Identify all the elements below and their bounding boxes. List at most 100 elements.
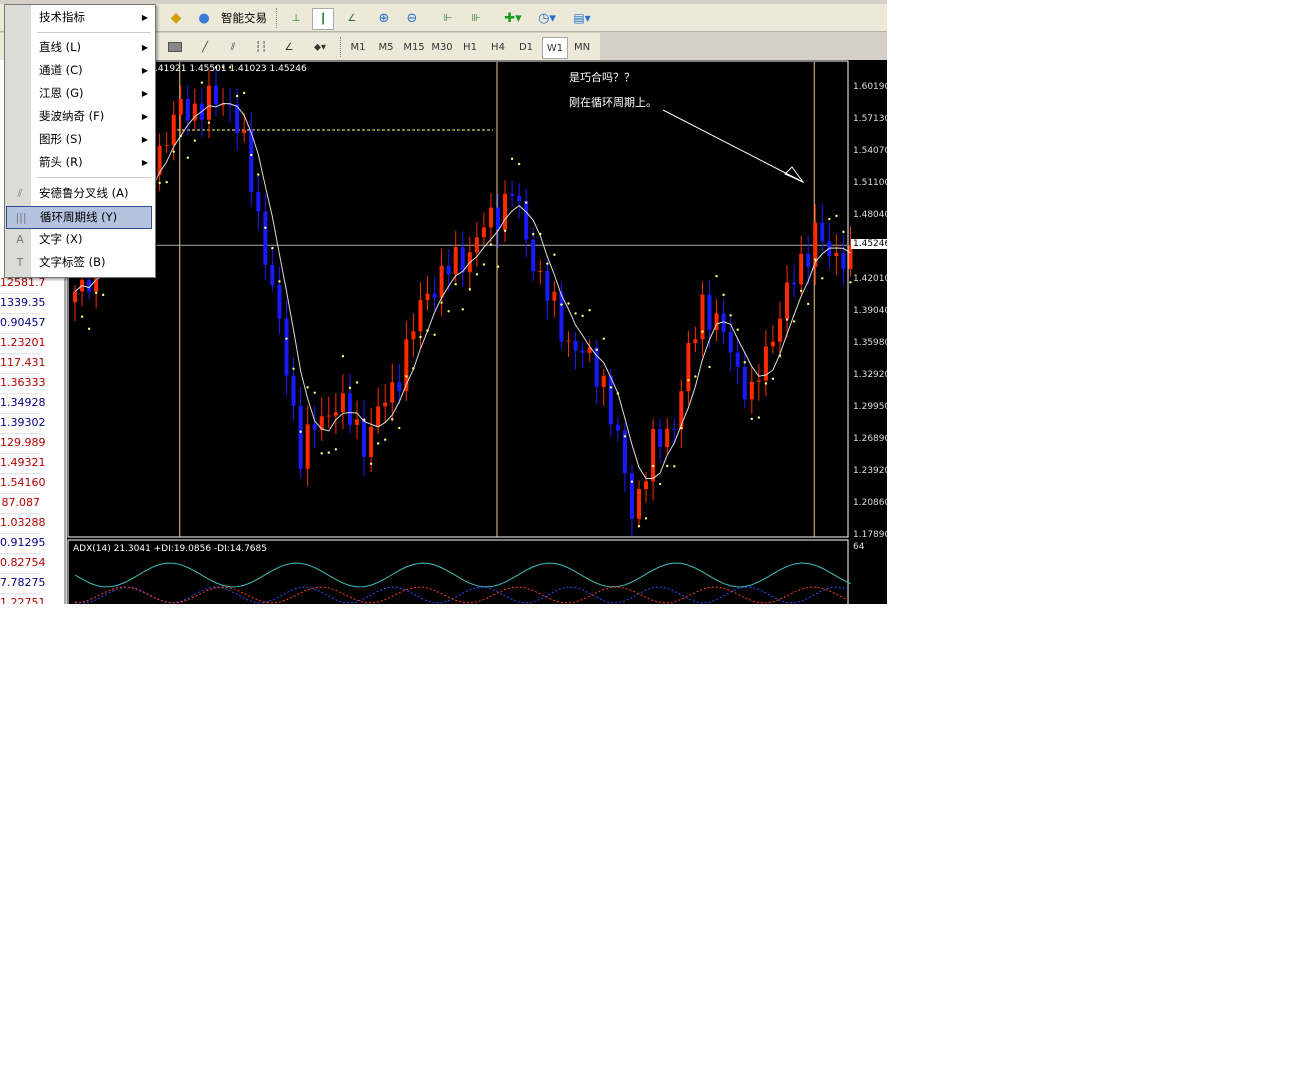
timeframe-w1[interactable]: W1 bbox=[542, 37, 568, 59]
parabolic-sar-dot bbox=[807, 302, 810, 306]
parabolic-sar-dot bbox=[376, 442, 380, 445]
market-watch-price[interactable]: 1.49321 bbox=[0, 453, 46, 474]
market-watch-price[interactable]: 1.34928 bbox=[0, 393, 46, 414]
arrows-dropdown-icon[interactable]: ⬥▾ bbox=[308, 37, 332, 57]
parabolic-sar-dot bbox=[193, 139, 197, 142]
expert-trading-button[interactable]: 智能交易 bbox=[218, 8, 270, 28]
candle-body bbox=[376, 406, 381, 427]
parabolic-sar-dot bbox=[510, 157, 514, 161]
candle-body bbox=[418, 300, 423, 332]
market-watch-price[interactable]: 1.03288 bbox=[0, 513, 46, 534]
candle-body bbox=[749, 381, 754, 400]
price-chart[interactable]: .41921 1.45501 1.41023 1.45246 是巧合吗？？ 刚在… bbox=[67, 60, 887, 604]
candle-body bbox=[573, 340, 578, 351]
annotation-text-2[interactable]: 刚在循环周期上。 bbox=[569, 94, 657, 110]
parabolic-sar-dot bbox=[574, 312, 577, 315]
fibonacci-fan-icon[interactable]: ⫽ bbox=[224, 37, 242, 57]
menu-item-3[interactable]: 江恩 (G) ▶ bbox=[6, 83, 154, 104]
submenu-arrow-icon: ▶ bbox=[141, 135, 148, 144]
menu-item-label: 文字标签 (B) bbox=[39, 255, 106, 269]
market-watch-price[interactable]: 0.91295 bbox=[0, 533, 46, 554]
zoom-in-icon[interactable]: ⊕ bbox=[374, 8, 394, 28]
templates-icon[interactable]: ▤▾ bbox=[568, 8, 596, 28]
market-watch-price[interactable]: 1.22751 bbox=[0, 593, 46, 604]
menu-item-10[interactable]: T 文字标签 (B) bbox=[6, 252, 154, 273]
parabolic-sar-dot bbox=[553, 253, 556, 256]
parabolic-sar-dot bbox=[278, 280, 281, 283]
rectangle-icon[interactable] bbox=[166, 37, 184, 57]
menu-item-7[interactable]: ⫽ 安德鲁分叉线 (A) bbox=[6, 183, 154, 204]
parabolic-sar-dot bbox=[644, 517, 648, 520]
candlestick-chart-icon[interactable]: ┃ bbox=[312, 8, 334, 30]
parabolic-sar-dot bbox=[602, 337, 605, 340]
timeframe-h1[interactable]: H1 bbox=[458, 37, 482, 57]
parabolic-sar-dot bbox=[489, 243, 493, 246]
parabolic-sar-dot bbox=[609, 386, 612, 389]
candle-body bbox=[629, 473, 634, 519]
menu-item-4[interactable]: 斐波纳奇 (F) ▶ bbox=[6, 106, 154, 127]
fibonacci-time-icon[interactable]: ┆┆ bbox=[252, 37, 270, 57]
price-axis-label: 1.29950 bbox=[853, 402, 887, 412]
timeframe-d1[interactable]: D1 bbox=[514, 37, 538, 57]
menu-item-label: 技术指标 bbox=[39, 10, 85, 24]
market-watch-price[interactable]: 87.087 bbox=[0, 493, 40, 514]
market-watch-price[interactable]: 1.36333 bbox=[0, 373, 46, 394]
indicators-icon[interactable]: ✚▾ bbox=[500, 8, 526, 28]
warning-icon[interactable]: ◆ bbox=[166, 8, 186, 28]
market-watch-price[interactable]: 1.39302 bbox=[0, 413, 46, 434]
timeframe-m5[interactable]: M5 bbox=[374, 37, 398, 57]
parabolic-sar-dot bbox=[384, 438, 387, 441]
candle-body bbox=[263, 211, 268, 265]
gann-line-icon[interactable]: ╱ bbox=[196, 37, 214, 57]
timeframe-h4[interactable]: H4 bbox=[486, 37, 510, 57]
menu-item-label: 斐波纳奇 (F) bbox=[39, 109, 105, 123]
chart-frame bbox=[67, 60, 849, 538]
menu-item-0[interactable]: 技术指标 ▶ bbox=[6, 7, 154, 28]
parabolic-sar-dot bbox=[80, 315, 84, 318]
market-watch-price[interactable]: 1.23201 bbox=[0, 333, 46, 354]
parabolic-sar-dot bbox=[412, 367, 415, 370]
timeframe-m1[interactable]: M1 bbox=[346, 37, 370, 57]
menu-item-1[interactable]: 直线 (L) ▶ bbox=[6, 37, 154, 58]
market-watch-price[interactable]: 7.78275 bbox=[0, 573, 46, 594]
menu-item-9[interactable]: A 文字 (X) bbox=[6, 229, 154, 250]
market-watch-price[interactable]: 1339.35 bbox=[0, 293, 46, 314]
menu-item-6[interactable]: 箭头 (R) ▶ bbox=[6, 152, 154, 173]
market-watch-price[interactable]: 117.431 bbox=[0, 353, 46, 374]
menu-item-2[interactable]: 通道 (C) ▶ bbox=[6, 60, 154, 81]
bar-chart-icon[interactable]: ⊥ bbox=[286, 8, 306, 28]
angle-icon[interactable]: ∠ bbox=[280, 37, 298, 57]
zoom-out-icon[interactable]: ⊖ bbox=[402, 8, 422, 28]
annotation-text-1[interactable]: 是巧合吗？？ bbox=[569, 69, 635, 85]
market-watch-price[interactable]: 129.989 bbox=[0, 433, 46, 454]
timeframe-m30[interactable]: M30 bbox=[430, 37, 454, 57]
parabolic-sar-dot bbox=[285, 337, 288, 340]
candle-body bbox=[284, 318, 289, 376]
text-icon: A bbox=[16, 233, 24, 246]
parabolic-sar-dot bbox=[313, 391, 316, 394]
chart-shift-icon[interactable]: ⊪ bbox=[466, 8, 486, 28]
candle-body bbox=[347, 393, 352, 425]
expert-advisor-icon[interactable]: ● bbox=[194, 8, 214, 28]
parabolic-sar-dot bbox=[658, 482, 662, 486]
timeframe-mn[interactable]: MN bbox=[570, 37, 594, 57]
timeframe-m15[interactable]: M15 bbox=[402, 37, 426, 57]
menu-item-8[interactable]: ||| 循环周期线 (Y) bbox=[6, 206, 152, 229]
candle-body bbox=[742, 366, 747, 400]
market-watch-price[interactable]: 0.90457 bbox=[0, 313, 46, 334]
candle-body bbox=[383, 402, 388, 407]
market-watch-price[interactable]: 1.54160 bbox=[0, 473, 46, 494]
candle-body bbox=[397, 382, 402, 391]
periods-clock-icon[interactable]: ◷▾ bbox=[534, 8, 560, 28]
current-price-label: 1.45246 bbox=[851, 239, 887, 249]
adx-minus-di-line bbox=[74, 586, 851, 604]
candle-body bbox=[552, 291, 557, 301]
menu-item-5[interactable]: 图形 (S) ▶ bbox=[6, 129, 154, 150]
parabolic-sar-dot bbox=[623, 435, 627, 438]
market-watch-price[interactable]: 0.82754 bbox=[0, 553, 46, 574]
parabolic-sar-dot bbox=[433, 333, 436, 336]
candle-body bbox=[270, 264, 275, 286]
parabolic-sar-dot bbox=[299, 430, 302, 433]
auto-scroll-icon[interactable]: ⊩ bbox=[438, 8, 458, 28]
line-chart-icon[interactable]: ∠ bbox=[342, 8, 362, 28]
